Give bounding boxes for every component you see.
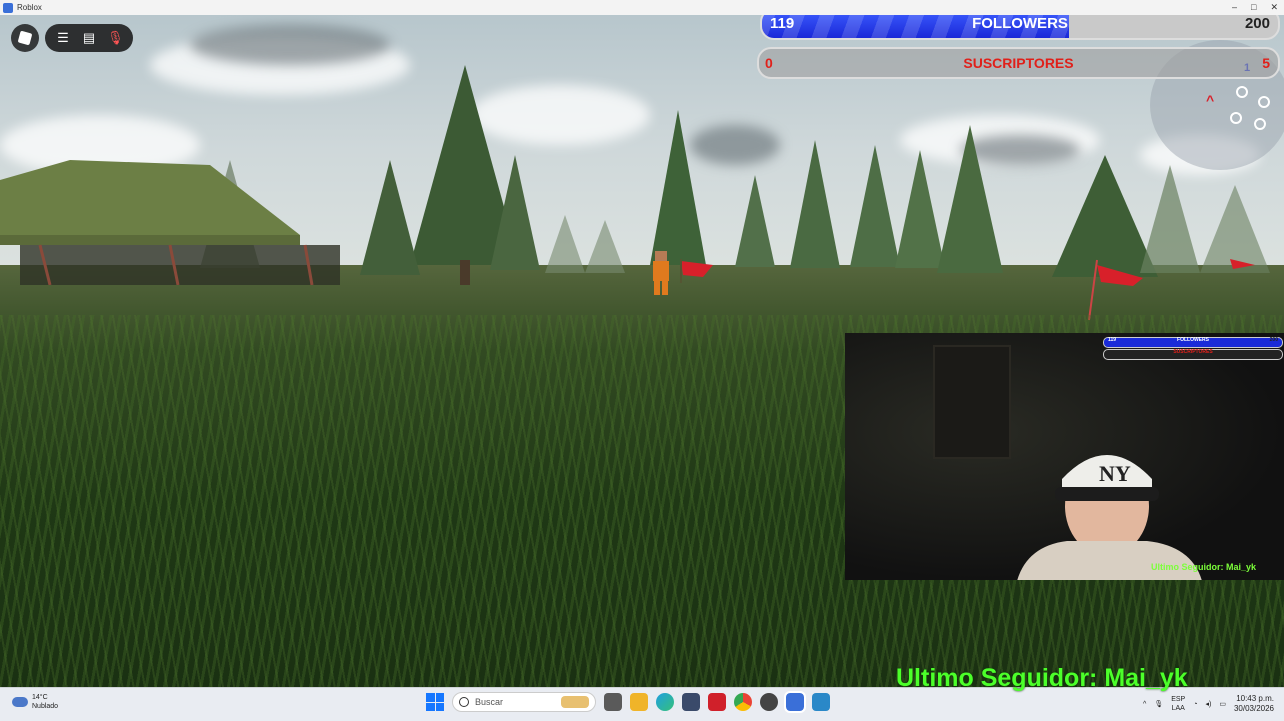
compass-marker (1258, 96, 1270, 108)
hamburger-icon[interactable]: ☰ (55, 30, 71, 46)
taskbar-search[interactable]: Buscar (452, 692, 596, 712)
task-view-icon[interactable] (604, 693, 622, 711)
minimize-button[interactable]: – (1232, 0, 1237, 15)
volume-icon[interactable]: ◂) (1205, 700, 1211, 708)
windows-start-icon[interactable] (426, 693, 444, 711)
chrome-icon[interactable] (734, 693, 752, 711)
cloud-icon (12, 697, 28, 707)
cloud (190, 25, 390, 65)
compass-marker (1254, 118, 1266, 130)
weather-temp: 14°C (32, 694, 48, 701)
subscribers-goal-bar: 0 SUSCRIPTORES 5 (757, 47, 1280, 79)
tray-chevron-icon[interactable]: ^ (1143, 701, 1146, 708)
compass-marker (1230, 112, 1242, 124)
language-indicator[interactable]: ESP LAA (1171, 695, 1185, 713)
red-app-icon[interactable] (708, 693, 726, 711)
roblox-topbar: ☰ ▤ 🎙 (11, 24, 133, 52)
maximize-button[interactable]: □ (1251, 0, 1256, 15)
roblox-app-icon (3, 2, 13, 13)
pine-tree (1140, 165, 1200, 273)
last-follower-text: Ultimo Seguidor: Mai_yk (896, 664, 1188, 692)
window-titlebar: Roblox – □ ✕ (0, 0, 1284, 15)
webcam-overlay: NY 119 FOLLOWERS 200 SUSCRIPTORES Ultimo… (845, 333, 1284, 580)
lang-bottom: LAA (1171, 705, 1185, 712)
search-icon (459, 697, 469, 707)
red-flag (1088, 259, 1143, 321)
weather-widget[interactable]: 14°C Nublado (12, 693, 58, 711)
subscribers-label: SUSCRIPTORES (963, 55, 1074, 71)
mini-followers-bar: 119 FOLLOWERS 200 (1103, 337, 1283, 348)
pine-tree (360, 160, 420, 275)
battery-icon[interactable]: ▭ (1219, 700, 1226, 708)
taskbar-apps: Buscar (426, 691, 830, 713)
roblox-menu-bar: ☰ ▤ 🎙 (45, 24, 133, 52)
wifi-icon[interactable]: ◔ (1193, 701, 1197, 708)
red-flag (1230, 259, 1255, 269)
camp-tent (0, 160, 340, 285)
close-button[interactable]: ✕ (1270, 0, 1278, 15)
compass-arrow: ^ (1206, 92, 1215, 108)
pine-tree (545, 215, 625, 273)
svg-text:NY: NY (1099, 461, 1131, 486)
obs-icon[interactable] (760, 693, 778, 711)
mini-followers-label: FOLLOWERS (1177, 337, 1209, 343)
window-title: Roblox (17, 3, 42, 12)
chat-icon[interactable]: ▤ (81, 30, 97, 46)
mini-followers-target: 200 (1269, 337, 1278, 343)
lang-top: ESP (1171, 696, 1186, 703)
weather-desc: Nublado (32, 703, 59, 710)
taskbar-clock[interactable]: 10:43 p.m. 30/03/2026 (1234, 694, 1274, 714)
pine-tree (850, 145, 900, 267)
clock-date: 30/03/2026 (1233, 704, 1274, 713)
edge-browser-icon[interactable] (656, 693, 674, 711)
player-avatar (653, 251, 713, 295)
compass-marker (1236, 86, 1248, 98)
pine-tree (490, 155, 540, 270)
file-explorer-icon[interactable] (630, 693, 648, 711)
subscribers-target: 5 (1262, 55, 1270, 71)
mini-subscribers-label: SUSCRIPTORES (1173, 349, 1213, 355)
search-placeholder: Buscar (475, 697, 504, 707)
roblox-taskbar-icon[interactable] (784, 691, 806, 713)
streamer: NY (1017, 455, 1202, 580)
mini-subscribers-bar: SUSCRIPTORES (1103, 349, 1283, 360)
store-icon[interactable] (682, 693, 700, 711)
microphone-muted-icon[interactable]: 🎙 (107, 30, 124, 46)
pine-tree (790, 140, 840, 268)
webcam-last-follower: Ultimo Seguidor: Mai_yk (1150, 562, 1256, 572)
pine-tree (937, 125, 1003, 273)
search-highlight-icon (561, 696, 589, 708)
roblox-logo-icon[interactable] (11, 24, 39, 52)
photos-icon[interactable] (812, 693, 830, 711)
clock-time: 10:43 p.m. (1236, 694, 1274, 703)
system-tray: ^ 🎙 ESP LAA ◔ ◂) ▭ 10:43 p.m. 30/03/2026 (1143, 694, 1274, 714)
microphone-icon[interactable]: 🎙 (1154, 700, 1163, 708)
window-controls: – □ ✕ (1232, 0, 1278, 15)
pine-tree (735, 175, 775, 267)
